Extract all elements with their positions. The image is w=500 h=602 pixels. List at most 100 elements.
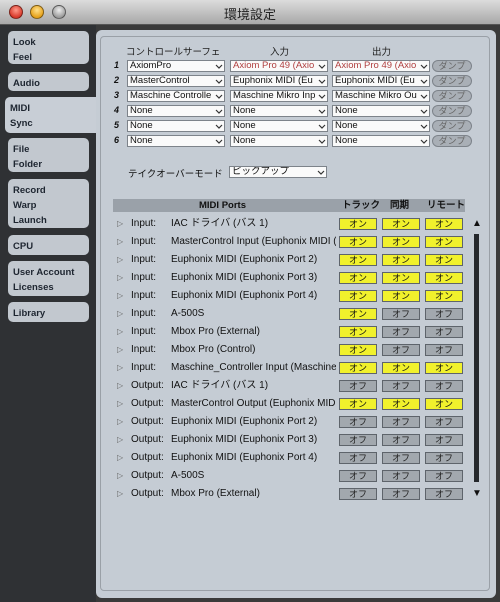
track-toggle[interactable]: オン xyxy=(339,272,377,284)
expand-triangle-icon[interactable]: ▷ xyxy=(117,215,123,233)
remote-toggle[interactable]: オフ xyxy=(425,470,463,482)
expand-triangle-icon[interactable]: ▷ xyxy=(117,233,123,251)
track-toggle[interactable]: オン xyxy=(339,254,377,266)
title-bar[interactable]: 環境設定 xyxy=(0,0,500,25)
sync-toggle[interactable]: オフ xyxy=(382,452,420,464)
tab-look-feel[interactable]: Look Feel xyxy=(8,31,89,64)
surface-input-dropdown[interactable]: None xyxy=(230,135,328,147)
remote-toggle[interactable]: オン xyxy=(425,398,463,410)
track-toggle[interactable]: オン xyxy=(339,398,377,410)
tab-cpu[interactable]: CPU xyxy=(8,235,89,255)
sync-toggle[interactable]: オフ xyxy=(382,416,420,428)
expand-triangle-icon[interactable]: ▷ xyxy=(117,305,123,323)
expand-triangle-icon[interactable]: ▷ xyxy=(117,467,123,485)
remote-toggle[interactable]: オン xyxy=(425,218,463,230)
control-surface-dropdown[interactable]: MasterControl xyxy=(127,75,225,87)
remote-toggle[interactable]: オフ xyxy=(425,344,463,356)
remote-toggle[interactable]: オン xyxy=(425,236,463,248)
tab-file-folder[interactable]: File Folder xyxy=(8,138,89,172)
dump-button[interactable]: ダンプ xyxy=(432,135,472,147)
expand-triangle-icon[interactable]: ▷ xyxy=(117,449,123,467)
tab-midi-sync[interactable]: MIDI Sync xyxy=(5,97,100,133)
surface-input-dropdown[interactable]: None xyxy=(230,120,328,132)
scroll-up-icon[interactable]: ▲ xyxy=(472,218,482,229)
sync-toggle[interactable]: オフ xyxy=(382,326,420,338)
dump-button[interactable]: ダンプ xyxy=(432,120,472,132)
remote-toggle[interactable]: オフ xyxy=(425,488,463,500)
surface-output-dropdown[interactable]: None xyxy=(332,120,430,132)
track-toggle[interactable]: オン xyxy=(339,236,377,248)
surface-output-dropdown[interactable]: Euphonix MIDI (Eu xyxy=(332,75,430,87)
surface-output-dropdown[interactable]: None xyxy=(332,135,430,147)
tab-record-warp-launch[interactable]: Record Warp Launch xyxy=(8,179,89,228)
track-toggle[interactable]: オン xyxy=(339,326,377,338)
remote-toggle[interactable]: オフ xyxy=(425,434,463,446)
tab-audio[interactable]: Audio xyxy=(8,72,89,91)
sync-toggle[interactable]: オン xyxy=(382,398,420,410)
midi-ports-scrollbar[interactable]: ▲ ▼ xyxy=(470,218,482,500)
surface-output-dropdown[interactable]: Maschine Mikro Ou xyxy=(332,90,430,102)
dump-button[interactable]: ダンプ xyxy=(432,90,472,102)
surface-input-dropdown[interactable]: Axiom Pro 49 (Axio xyxy=(230,60,328,72)
tab-library[interactable]: Library xyxy=(8,302,89,322)
remote-toggle[interactable]: オフ xyxy=(425,326,463,338)
expand-triangle-icon[interactable]: ▷ xyxy=(117,431,123,449)
sync-toggle[interactable]: オン xyxy=(382,254,420,266)
sync-toggle[interactable]: オフ xyxy=(382,344,420,356)
expand-triangle-icon[interactable]: ▷ xyxy=(117,485,123,503)
sync-toggle[interactable]: オフ xyxy=(382,488,420,500)
sync-toggle[interactable]: オフ xyxy=(382,380,420,392)
track-toggle[interactable]: オン xyxy=(339,290,377,302)
expand-triangle-icon[interactable]: ▷ xyxy=(117,413,123,431)
tab-user-account-licenses[interactable]: User Account Licenses xyxy=(8,261,89,296)
remote-toggle[interactable]: オフ xyxy=(425,452,463,464)
track-toggle[interactable]: オフ xyxy=(339,380,377,392)
track-toggle[interactable]: オフ xyxy=(339,470,377,482)
expand-triangle-icon[interactable]: ▷ xyxy=(117,251,123,269)
control-surface-dropdown[interactable]: Maschine Controlle xyxy=(127,90,225,102)
track-toggle[interactable]: オン xyxy=(339,218,377,230)
expand-triangle-icon[interactable]: ▷ xyxy=(117,395,123,413)
track-toggle[interactable]: オフ xyxy=(339,416,377,428)
surface-output-dropdown[interactable]: None xyxy=(332,105,430,117)
track-toggle[interactable]: オン xyxy=(339,308,377,320)
sync-toggle[interactable]: オン xyxy=(382,290,420,302)
remote-toggle[interactable]: オフ xyxy=(425,380,463,392)
sync-toggle[interactable]: オフ xyxy=(382,434,420,446)
scrollbar-track[interactable] xyxy=(474,234,479,482)
remote-toggle[interactable]: オン xyxy=(425,362,463,374)
surface-input-dropdown[interactable]: Maschine Mikro Inp xyxy=(230,90,328,102)
control-surface-dropdown[interactable]: None xyxy=(127,135,225,147)
control-surface-dropdown[interactable]: None xyxy=(127,105,225,117)
expand-triangle-icon[interactable]: ▷ xyxy=(117,323,123,341)
sync-toggle[interactable]: オン xyxy=(382,236,420,248)
track-toggle[interactable]: オフ xyxy=(339,488,377,500)
expand-triangle-icon[interactable]: ▷ xyxy=(117,287,123,305)
track-toggle[interactable]: オフ xyxy=(339,434,377,446)
remote-toggle[interactable]: オン xyxy=(425,254,463,266)
takeover-mode-dropdown[interactable]: ピックアップ xyxy=(229,166,327,178)
control-surface-dropdown[interactable]: AxiomPro xyxy=(127,60,225,72)
expand-triangle-icon[interactable]: ▷ xyxy=(117,377,123,395)
dump-button[interactable]: ダンプ xyxy=(432,75,472,87)
sync-toggle[interactable]: オン xyxy=(382,362,420,374)
surface-input-dropdown[interactable]: Euphonix MIDI (Eu xyxy=(230,75,328,87)
dump-button[interactable]: ダンプ xyxy=(432,60,472,72)
track-toggle[interactable]: オフ xyxy=(339,452,377,464)
sync-toggle[interactable]: オン xyxy=(382,218,420,230)
expand-triangle-icon[interactable]: ▷ xyxy=(117,269,123,287)
remote-toggle[interactable]: オフ xyxy=(425,416,463,428)
surface-output-dropdown[interactable]: Axiom Pro 49 (Axio xyxy=(332,60,430,72)
scroll-down-icon[interactable]: ▼ xyxy=(472,488,482,499)
sync-toggle[interactable]: オフ xyxy=(382,470,420,482)
sync-toggle[interactable]: オン xyxy=(382,272,420,284)
dump-button[interactable]: ダンプ xyxy=(432,105,472,117)
remote-toggle[interactable]: オフ xyxy=(425,308,463,320)
surface-input-dropdown[interactable]: None xyxy=(230,105,328,117)
sync-toggle[interactable]: オフ xyxy=(382,308,420,320)
remote-toggle[interactable]: オン xyxy=(425,272,463,284)
track-toggle[interactable]: オン xyxy=(339,344,377,356)
remote-toggle[interactable]: オン xyxy=(425,290,463,302)
track-toggle[interactable]: オン xyxy=(339,362,377,374)
control-surface-dropdown[interactable]: None xyxy=(127,120,225,132)
